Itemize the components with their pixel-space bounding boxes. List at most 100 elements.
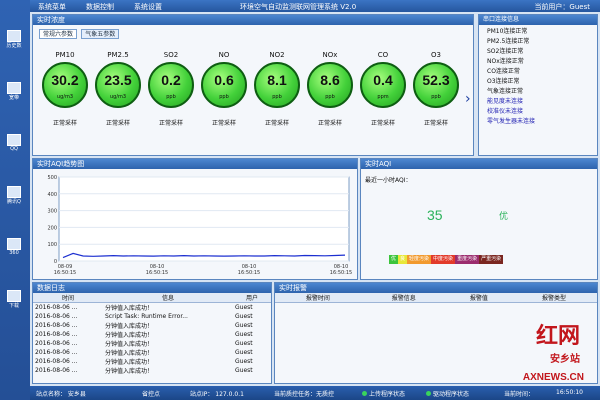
aqi-level: 优: [499, 212, 509, 222]
gauge-unit: ppb: [431, 94, 441, 100]
tab-weather-params[interactable]: 气象五参数: [81, 29, 120, 39]
table-cell: 分钟值入库成功！: [105, 332, 154, 339]
status-ip: 站点IP： 127.0.0.1: [190, 391, 244, 398]
x-tick-label: 16:50:15: [238, 270, 260, 276]
log-table: 时间 信息 用户 2016-08-06 ... 分钟值入库成功！ Guest 2016…: [33, 293, 271, 375]
legend-item: 轻度污染: [407, 255, 432, 264]
table-cell: Guest: [235, 358, 253, 365]
desktop-shortcut[interactable]: QQ: [3, 134, 25, 154]
table-cell: Guest: [235, 349, 253, 356]
table-row[interactable]: 2016-08-06 ... 分钟值入库成功！ Guest: [33, 330, 271, 339]
gauge-status: 正常采样: [211, 120, 236, 127]
status-task: 当前质控任务：无质控: [274, 391, 335, 398]
qq-icon: [7, 134, 21, 146]
table-cell: 2016-08-06 ...: [35, 304, 78, 311]
gauge-status: 正常采样: [423, 120, 448, 127]
table-row[interactable]: 2016-08-06 ... 分钟值入库成功！ Guest: [33, 366, 271, 375]
gauge-value: 0.6: [214, 72, 234, 88]
desktop-shortcut-label: 历史数: [6, 43, 22, 49]
table-row[interactable]: 2016-08-06 ... 分钟值入库成功！ Guest: [33, 321, 271, 330]
table-row[interactable]: 2016-08-06 ... 分钟值入库成功！ Guest: [33, 303, 271, 312]
desktop-shortcut-label: 360: [9, 250, 19, 256]
gauge-circle[interactable]: 30.2 ug/m3: [42, 62, 88, 108]
table-row[interactable]: 2016-08-06 ... 分钟值入库成功！ Guest: [33, 357, 271, 366]
table-cell: Guest: [235, 367, 253, 374]
gauge-value: 23.5: [104, 72, 132, 88]
trend-panel: 实时AQI趋势图 500 400 300 200 100 0 08-09 16:50:15 08…: [32, 158, 358, 280]
gauge-circle[interactable]: 52.3 ppb: [413, 62, 459, 108]
x-tick-label: 16:50:15: [54, 270, 76, 276]
menu-system[interactable]: 系统菜单: [38, 2, 66, 12]
table-cell: 2016-08-06 ...: [35, 358, 78, 365]
alarm-col-type[interactable]: 报警类型: [511, 293, 597, 303]
legend-item: 重度污染: [455, 255, 480, 264]
desktop-shortcut[interactable]: 下载: [3, 290, 25, 310]
status-driver-label: 驱动程序状态: [433, 391, 470, 398]
desktop-shortcut-label: QQ: [10, 146, 18, 152]
table-cell: 2016-08-06 ...: [35, 349, 78, 356]
legend-item: 严重污染: [479, 255, 504, 264]
menu-data-control[interactable]: 数据控制: [86, 2, 114, 12]
gauge-value: 30.2: [51, 72, 79, 88]
table-row[interactable]: 2016-08-06 ... 分钟值入库成功！ Guest: [33, 348, 271, 357]
gauge-unit: ppm: [377, 94, 389, 100]
menu-settings[interactable]: 系统设置: [134, 2, 162, 12]
table-row[interactable]: 2016-08-06 ... Script Task: Runtime Error…: [33, 312, 271, 321]
gauge-value: 0.2: [161, 72, 181, 88]
gauge-pm25: PM2.5 23.5 ug/m3 正常采样: [90, 51, 146, 127]
y-tick-label: 500: [47, 175, 57, 181]
gauge-circle[interactable]: 0.4 ppm: [360, 62, 406, 108]
x-tick-label: 16:50:15: [146, 270, 168, 276]
desktop-shortcut[interactable]: 宽带: [3, 82, 25, 102]
alarm-col-time[interactable]: 报警时间: [275, 293, 361, 303]
upload-status-icon: [362, 391, 367, 396]
gauge-circle[interactable]: 8.6 ppb: [307, 62, 353, 108]
legend-item: 良: [398, 255, 408, 264]
log-col-time[interactable]: 时间: [33, 293, 103, 303]
gauge-unit: ppb: [325, 94, 335, 100]
gauge-circle[interactable]: 0.2 ppb: [148, 62, 194, 108]
log-col-user[interactable]: 用户: [233, 293, 271, 303]
watermark-logo: 红网 安乡站: [536, 318, 580, 365]
alarm-col-value[interactable]: 报警值: [446, 293, 512, 303]
gauge-pm10: PM10 30.2 ug/m3 正常采样: [37, 51, 93, 127]
gauge-circle[interactable]: 8.1 ppb: [254, 62, 300, 108]
app-title: 环境空气自动监测联网管理系统 V2.0: [240, 3, 357, 11]
aqi-trend-chart: 500400300200100008-0916:50:1508-1016:50:…: [47, 175, 352, 276]
gauge-so2: SO2 0.2 ppb 正常采样: [143, 51, 199, 127]
table-cell: Guest: [235, 322, 253, 329]
app-icon: [7, 186, 21, 198]
log-col-info[interactable]: 信息: [103, 293, 233, 303]
current-user: 当前用户：Guest: [534, 3, 590, 11]
gauge-nox: NOx 8.6 ppb 正常采样: [302, 51, 358, 127]
watermark-url: AXNEWS.CN: [522, 372, 584, 383]
table-cell: 2016-08-06 ...: [35, 367, 78, 374]
table-cell: 2016-08-06 ...: [35, 313, 78, 320]
next-arrow-icon[interactable]: ›: [465, 91, 471, 107]
desktop-shortcut[interactable]: 360: [3, 238, 25, 258]
serial-status-line: 零气发生器未连接: [487, 118, 536, 125]
table-row[interactable]: 2016-08-06 ... 分钟值入库成功！ Guest: [33, 339, 271, 348]
aqi-panel: 实时AQI 最近一小时AQI： 35 优 优良轻度污染 中度污染 重度污染 严重污染: [360, 158, 598, 280]
gauge-label: PM2.5: [107, 51, 129, 59]
serial-list: PM10连接正常 PM2.5连接正常 SO2连接正常 NOx连接正常 CO连接正常 O3连…: [479, 25, 597, 127]
gauge-value: 8.1: [267, 72, 287, 88]
gauge-circle[interactable]: 23.5 ug/m3: [95, 62, 141, 108]
table-cell: 分钟值入库成功！: [105, 341, 154, 348]
table-cell: 分钟值入库成功！: [105, 350, 154, 357]
realtime-title: 实时浓度: [33, 15, 473, 25]
gauge-value: 52.3: [422, 72, 450, 88]
alarm-title: 实时报警: [275, 283, 597, 293]
table-cell: 2016-08-06 ...: [35, 322, 78, 329]
desktop-shortcut[interactable]: 历史数: [3, 30, 25, 50]
gauge-circle[interactable]: 0.6 ppb: [201, 62, 247, 108]
gauge-o3: O3 52.3 ppb 正常采样: [408, 51, 464, 127]
realtime-panel: 实时浓度 常规六参数 气象五参数 PM10 30.2 ug/m3 正常采样 PM2.5 2…: [32, 14, 474, 156]
desktop-shortcut[interactable]: 腾讯Q: [3, 186, 25, 206]
alarm-col-info[interactable]: 报警信息: [360, 293, 447, 303]
menu-bar: 系统菜单 数据控制 系统设置 环境空气自动监测联网管理系统 V2.0 当前用户：…: [30, 0, 600, 12]
table-cell: Guest: [235, 331, 253, 338]
gauge-label: NO: [218, 51, 230, 59]
tab-six-params[interactable]: 常规六参数: [39, 29, 78, 39]
serial-status-line: PM2.5连接正常: [487, 38, 530, 45]
